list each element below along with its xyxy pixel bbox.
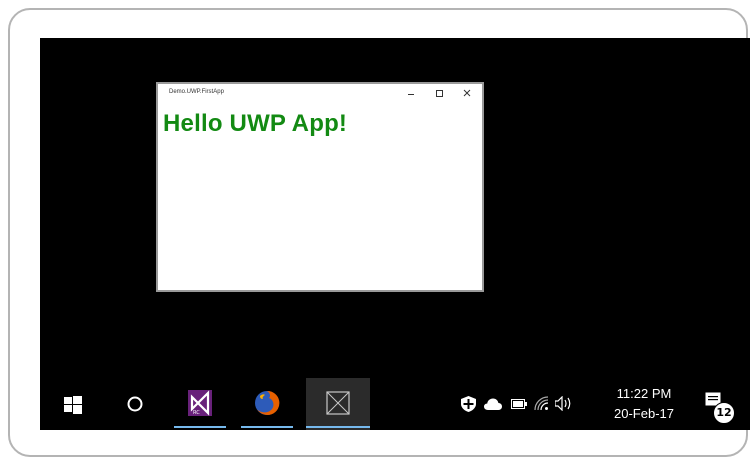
- hello-text: Hello UWP App!: [163, 110, 348, 137]
- device-frame: Demo.UWP.FirstApp Hello UWP App! RC 11:2…: [8, 8, 750, 457]
- wifi-icon[interactable]: [534, 396, 549, 411]
- uwp-app-icon: [326, 391, 350, 415]
- close-icon: [463, 89, 471, 97]
- window-title: Demo.UWP.FirstApp: [169, 89, 224, 95]
- cortana-search-button[interactable]: [116, 378, 154, 430]
- close-button[interactable]: [460, 86, 476, 100]
- running-indicator: [241, 426, 293, 428]
- shield-icon[interactable]: [461, 396, 476, 412]
- svg-text:RC: RC: [193, 410, 200, 416]
- maximize-button[interactable]: [432, 86, 448, 100]
- taskbar-visual-studio[interactable]: RC: [174, 378, 226, 430]
- action-center-button[interactable]: 12: [695, 378, 735, 430]
- volume-icon[interactable]: [555, 396, 573, 411]
- taskbar: RC 11:22 PM 20-Feb-17 12: [40, 378, 750, 430]
- taskbar-firefox[interactable]: [241, 378, 293, 430]
- desktop-screen: Demo.UWP.FirstApp Hello UWP App! RC 11:2…: [40, 38, 750, 430]
- start-button[interactable]: [54, 378, 92, 430]
- visual-studio-icon: RC: [188, 390, 212, 416]
- notification-count-badge: 12: [713, 402, 735, 424]
- firefox-icon: [255, 390, 280, 415]
- taskbar-demo-uwp-app[interactable]: [306, 378, 370, 430]
- title-bar[interactable]: Demo.UWP.FirstApp: [158, 84, 482, 104]
- running-indicator: [174, 426, 226, 428]
- battery-icon[interactable]: [511, 399, 527, 409]
- onedrive-cloud-icon[interactable]: [484, 398, 502, 410]
- clock-date: 20-Feb-17: [614, 406, 674, 421]
- running-indicator: [306, 426, 370, 428]
- windows-logo-icon: [64, 396, 82, 414]
- circle-icon: [127, 396, 143, 412]
- clock-time: 11:22 PM: [616, 386, 672, 401]
- maximize-icon: [436, 90, 443, 97]
- app-window[interactable]: Demo.UWP.FirstApp Hello UWP App!: [156, 82, 484, 292]
- minimize-icon: [408, 94, 414, 95]
- minimize-button[interactable]: [404, 86, 420, 100]
